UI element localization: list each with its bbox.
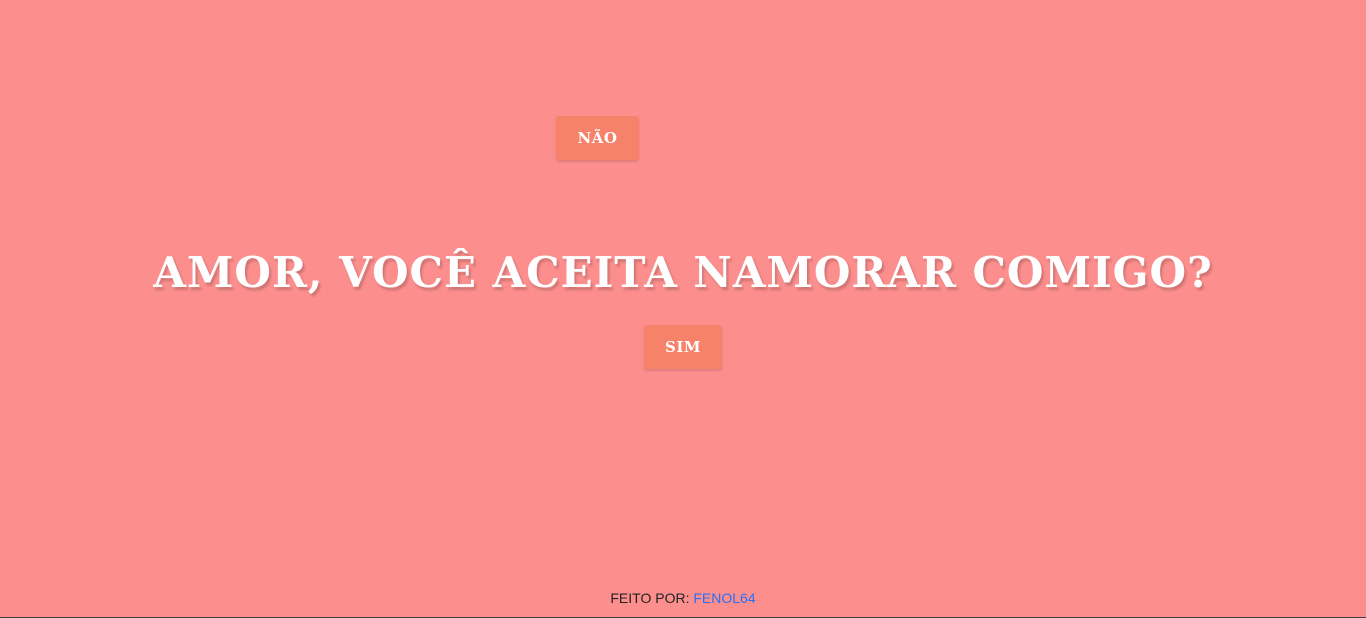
footer: FEITO POR: FENOL64 bbox=[0, 590, 1366, 606]
footer-prefix: FEITO POR: bbox=[610, 590, 690, 606]
author-link[interactable]: FENOL64 bbox=[693, 590, 755, 606]
question-heading: AMOR, VOCÊ ACEITA NAMORAR COMIGO? bbox=[153, 248, 1213, 297]
sim-button[interactable]: SIM bbox=[644, 325, 722, 369]
nao-button[interactable]: NÃO bbox=[556, 116, 639, 160]
